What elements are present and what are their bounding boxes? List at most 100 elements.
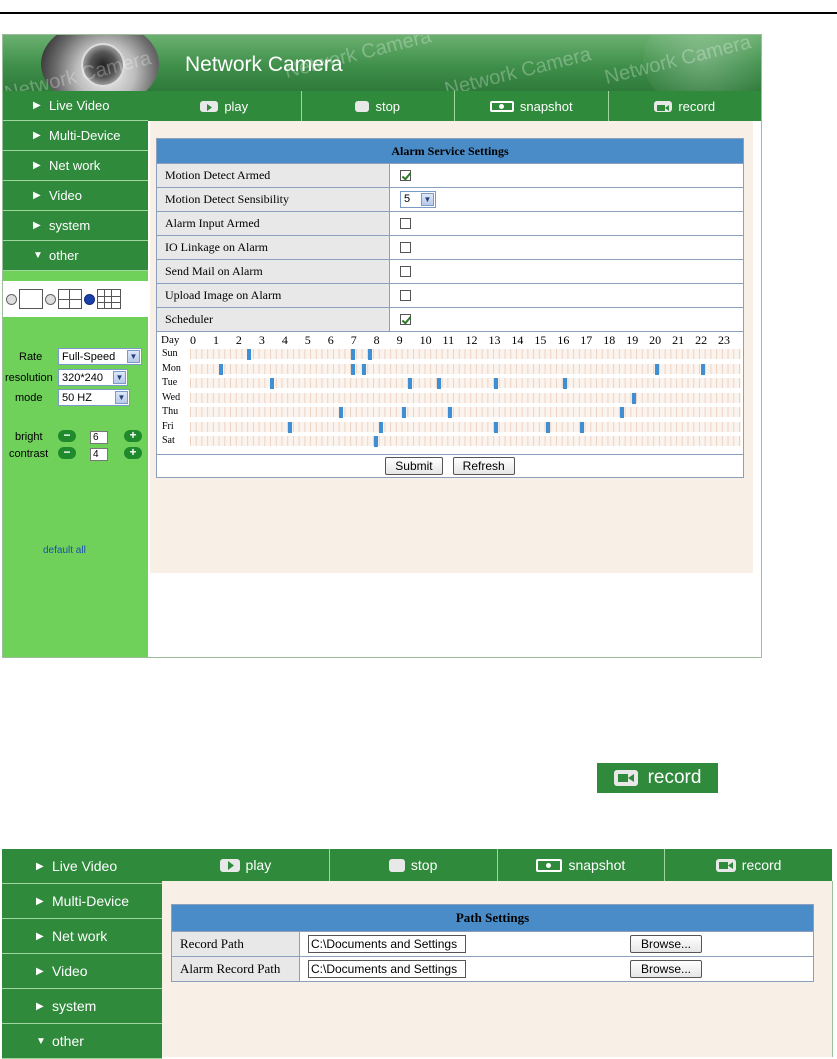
nav-item-multi-device[interactable]: ▶ Multi-Device (3, 121, 148, 151)
nav-item-network[interactable]: ▶ Net work (3, 151, 148, 181)
row-label: Upload Image on Alarm (157, 284, 390, 307)
bright-plus-button[interactable]: + (124, 429, 142, 442)
schedule-slot[interactable] (494, 378, 499, 389)
stop-button[interactable]: stop (302, 91, 455, 121)
refresh-button[interactable]: Refresh (452, 457, 515, 475)
nav-item-live-video[interactable]: ▶ Live Video (3, 91, 148, 121)
layout-radio-quad[interactable] (45, 293, 56, 305)
hour-label: 20 (649, 333, 662, 347)
schedule-slot[interactable] (448, 407, 453, 418)
schedule-slot[interactable] (373, 436, 378, 447)
snapshot-label: snapshot (568, 857, 626, 873)
upload-image-checkbox[interactable] (400, 290, 411, 301)
rate-value: Full-Speed (62, 350, 116, 363)
record-button[interactable]: record (665, 849, 832, 881)
schedule-slot[interactable] (379, 421, 384, 433)
nav-item-system[interactable]: ▶ system (3, 211, 148, 241)
nav-item-multi-device[interactable]: ▶ Multi-Device (2, 884, 162, 919)
snapshot-label: snapshot (519, 98, 573, 114)
banner: Network Camera Network Camera Network Ca… (3, 35, 761, 91)
bright-minus-button[interactable]: − (58, 429, 76, 442)
alarm-settings-title: Alarm Service Settings (157, 139, 743, 163)
scheduler-checkbox[interactable] (400, 314, 411, 325)
day-label: Tue (162, 377, 178, 388)
schedule-row[interactable] (190, 407, 741, 418)
nav-item-label: system (49, 218, 91, 233)
nav-item-other[interactable]: ▼ other (3, 241, 148, 271)
row-label: Alarm Record Path (172, 957, 300, 981)
sensibility-value: 5 (404, 193, 411, 205)
schedule-slot[interactable] (408, 378, 413, 389)
snapshot-button[interactable]: snapshot (498, 849, 666, 881)
schedule-slot[interactable] (362, 363, 367, 375)
schedule-slot[interactable] (247, 349, 252, 360)
motion-detect-armed-checkbox[interactable] (400, 170, 411, 181)
rate-select[interactable]: Full-Speed ▼ (58, 348, 142, 365)
contrast-minus-button[interactable]: − (58, 446, 76, 459)
record-button[interactable]: record (609, 91, 762, 121)
hour-label: 13 (488, 333, 501, 347)
schedule-row[interactable] (190, 392, 741, 404)
schedule-slot[interactable] (436, 378, 441, 389)
schedule-slot[interactable] (631, 392, 636, 404)
alarm-row-io-linkage: IO Linkage on Alarm (157, 235, 743, 259)
schedule-slot[interactable] (654, 363, 659, 375)
nav-item-network[interactable]: ▶ Net work (2, 919, 162, 954)
schedule-slot[interactable] (620, 407, 625, 418)
nav-item-other[interactable]: ▼ other (2, 1024, 162, 1059)
schedule-slot[interactable] (339, 407, 344, 418)
stop-icon (388, 858, 405, 872)
layout-radio-single[interactable] (6, 293, 17, 305)
resolution-select[interactable]: 320*240 ▼ (58, 369, 128, 386)
record-label: record (647, 767, 702, 788)
contrast-label: contrast (9, 448, 49, 460)
default-all-link[interactable]: default all (43, 545, 86, 556)
schedule-slot[interactable] (580, 421, 585, 433)
nine-view-icon (97, 289, 121, 309)
browse-button[interactable]: Browse... (630, 935, 703, 953)
record-path-input[interactable]: C:\Documents and Settings (308, 935, 466, 953)
schedule-slot[interactable] (563, 378, 568, 389)
schedule-slot[interactable] (350, 363, 355, 375)
alarm-row-input-armed: Alarm Input Armed (157, 211, 743, 235)
mode-select[interactable]: 50 HZ ▼ (58, 389, 130, 406)
schedule-slot[interactable] (350, 349, 355, 360)
io-linkage-checkbox[interactable] (400, 242, 411, 253)
stop-label: stop (410, 857, 438, 873)
alarm-record-path-input[interactable]: C:\Documents and Settings (308, 960, 466, 978)
schedule-slot[interactable] (700, 363, 705, 375)
schedule-slot[interactable] (402, 407, 407, 418)
schedule-row[interactable] (190, 421, 741, 433)
send-mail-checkbox[interactable] (400, 266, 411, 277)
bright-value[interactable]: 6 (90, 431, 108, 444)
schedule-slot[interactable] (218, 363, 223, 375)
schedule-slot[interactable] (545, 421, 550, 433)
schedule-slot[interactable] (287, 421, 292, 433)
play-button[interactable]: play (148, 91, 302, 121)
stop-button[interactable]: stop (330, 849, 498, 881)
nav-item-system[interactable]: ▶ system (2, 989, 162, 1024)
record-button-example[interactable]: record (597, 763, 718, 793)
layout-radio-nine[interactable] (84, 293, 95, 305)
nav-item-live-video[interactable]: ▶ Live Video (2, 849, 162, 884)
triangle-right-icon: ▶ (36, 860, 44, 872)
schedule-row[interactable] (190, 349, 741, 360)
sensibility-select[interactable]: 5 ▼ (400, 191, 436, 208)
schedule-slot[interactable] (494, 421, 499, 433)
nav-item-video[interactable]: ▶ Video (2, 954, 162, 989)
schedule-slot[interactable] (367, 349, 372, 360)
contrast-plus-button[interactable]: + (124, 446, 142, 459)
schedule-slot[interactable] (270, 378, 275, 389)
toolbar: play stop snapshot record (148, 91, 761, 121)
mode-value: 50 HZ (62, 391, 92, 404)
schedule-row[interactable] (190, 436, 741, 447)
nav-item-video[interactable]: ▶ Video (3, 181, 148, 211)
play-button[interactable]: play (162, 849, 330, 881)
snapshot-button[interactable]: snapshot (455, 91, 609, 121)
submit-button[interactable]: Submit (385, 457, 443, 475)
alarm-input-armed-checkbox[interactable] (400, 218, 411, 229)
video-camera-icon (715, 858, 736, 872)
contrast-value[interactable]: 4 (90, 448, 108, 461)
browse-button[interactable]: Browse... (630, 960, 703, 978)
triangle-right-icon: ▶ (36, 930, 44, 942)
